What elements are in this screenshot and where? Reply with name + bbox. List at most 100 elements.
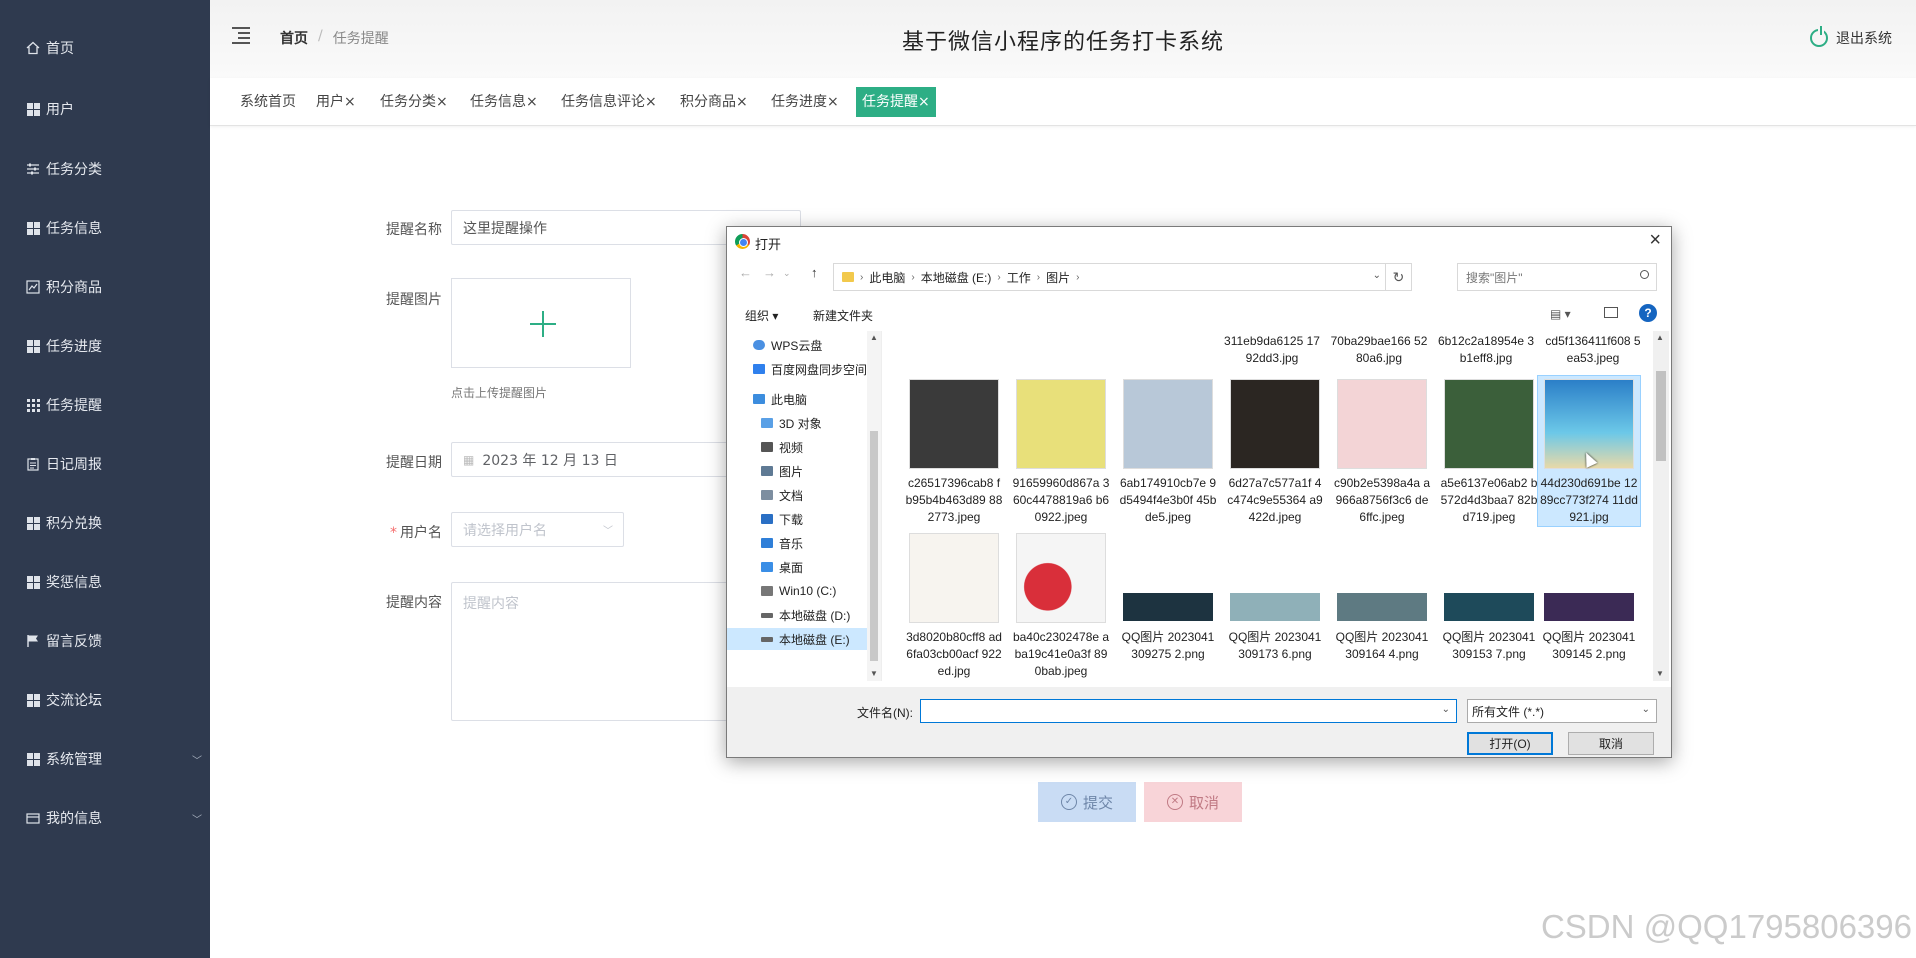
sidebar-item-points-goods[interactable]: 积分商品 (0, 267, 210, 307)
file-item[interactable]: cd5f136411f608 5ea53.jpeg (1544, 333, 1642, 367)
scroll-down-icon[interactable]: ▼ (870, 669, 878, 678)
file-item[interactable]: 44d230d691be 1289cc773f274 11dd921.jpg (1540, 475, 1638, 526)
close-icon[interactable]: × (645, 94, 657, 110)
file-item[interactable]: QQ图片 2023041309173 6.png (1226, 629, 1324, 663)
address-part[interactable]: 图片 (1046, 269, 1070, 286)
tree-item-videos[interactable]: 视频 (727, 436, 867, 458)
image-thumbnail[interactable] (1016, 379, 1106, 469)
tab-points-goods[interactable]: 积分商品× (674, 87, 754, 117)
file-item[interactable]: QQ图片 2023041309164 4.png (1333, 629, 1431, 663)
image-thumbnail[interactable] (1123, 379, 1213, 469)
open-button[interactable]: 打开(O) (1467, 732, 1553, 755)
file-item[interactable]: a5e6137e06ab2 b572d4d3baa7 82bd719.jpeg (1440, 475, 1538, 526)
image-thumbnail[interactable] (1337, 593, 1427, 621)
tab-task-category[interactable]: 任务分类× (374, 87, 454, 117)
address-part[interactable]: 工作 (1007, 269, 1031, 286)
file-item[interactable]: 91659960d867a 360c4478819a6 b60922.jpeg (1012, 475, 1110, 526)
tab-task-info[interactable]: 任务信息× (464, 87, 544, 117)
scroll-thumb[interactable] (870, 431, 878, 661)
refresh-icon[interactable]: ↻ (1385, 264, 1411, 290)
address-part[interactable]: 本地磁盘 (E:) (921, 269, 992, 286)
tree-item-music[interactable]: 音乐 (727, 532, 867, 554)
file-item[interactable]: QQ图片 2023041309145 2.png (1540, 629, 1638, 663)
logout-button[interactable]: 退出系统 (1810, 26, 1892, 48)
sidebar-item-rewards[interactable]: 奖惩信息 (0, 562, 210, 602)
sidebar-item-system[interactable]: 系统管理 ﹀ (0, 739, 210, 779)
file-item[interactable]: c26517396cab8 fb95b4b463d89 882773.jpeg (905, 475, 1003, 526)
recent-dropdown-icon[interactable]: ⌄ (783, 268, 791, 279)
image-thumbnail[interactable] (1230, 379, 1320, 469)
tab-users[interactable]: 用户× (310, 87, 362, 117)
sidebar-item-task-info[interactable]: 任务信息 (0, 208, 210, 248)
new-folder-button[interactable]: 新建文件夹 (813, 307, 873, 324)
back-arrow-icon[interactable]: ← (739, 265, 752, 280)
image-thumbnail[interactable] (1337, 379, 1427, 469)
close-icon[interactable]: × (436, 94, 448, 110)
scroll-thumb[interactable] (1656, 371, 1666, 461)
close-icon[interactable]: × (526, 94, 538, 110)
view-options-icon[interactable]: ▤ ▾ (1550, 307, 1571, 321)
file-list-scrollbar[interactable]: ▲ ▼ (1653, 331, 1669, 681)
tree-item-pictures[interactable]: 图片 (727, 460, 867, 482)
image-thumbnail[interactable] (1444, 379, 1534, 469)
up-arrow-icon[interactable]: ↑ (811, 265, 818, 280)
file-item[interactable]: 6ab174910cb7e 9d5494f4e3b0f 45bde5.jpeg (1119, 475, 1217, 526)
chevron-down-icon[interactable]: ⌄ (1373, 270, 1381, 281)
tab-task-comments[interactable]: 任务信息评论× (555, 87, 663, 117)
tab-task-reminder[interactable]: 任务提醒× (856, 87, 936, 117)
chevron-down-icon[interactable]: ⌄ (1442, 704, 1450, 715)
tab-system-home[interactable]: 系统首页 (234, 87, 302, 117)
username-select[interactable]: 请选择用户名 ﹀ (451, 512, 624, 547)
image-thumbnail[interactable] (1016, 533, 1106, 623)
image-upload[interactable] (451, 278, 631, 368)
image-thumbnail[interactable] (909, 533, 999, 623)
image-thumbnail[interactable] (1123, 593, 1213, 621)
filename-input[interactable]: ⌄ (920, 699, 1457, 723)
sidebar-item-task-reminder[interactable]: 任务提醒 (0, 385, 210, 425)
tab-task-progress[interactable]: 任务进度× (765, 87, 845, 117)
scroll-down-icon[interactable]: ▼ (1656, 669, 1664, 678)
sidebar-item-forum[interactable]: 交流论坛 (0, 680, 210, 720)
file-item[interactable]: QQ图片 2023041309153 7.png (1440, 629, 1538, 663)
tree-item-downloads[interactable]: 下载 (727, 508, 867, 530)
search-input[interactable]: 搜索"图片" (1457, 263, 1657, 291)
image-thumbnail[interactable] (1544, 593, 1634, 621)
close-icon[interactable]: × (827, 94, 839, 110)
image-thumbnail[interactable] (909, 379, 999, 469)
close-icon[interactable]: × (918, 94, 930, 110)
close-icon[interactable]: × (1649, 229, 1661, 252)
sidebar-item-users[interactable]: 用户 (0, 89, 210, 129)
submit-button[interactable]: ✓ 提交 (1038, 782, 1136, 822)
tree-item-drive-d[interactable]: 本地磁盘 (D:) (727, 604, 867, 626)
file-item[interactable]: ba40c2302478e aba19c41e0a3f 890bab.jpeg (1012, 629, 1110, 680)
scroll-up-icon[interactable]: ▲ (870, 333, 878, 342)
help-icon[interactable]: ? (1639, 304, 1657, 322)
file-item[interactable]: 70ba29bae166 5280a6.jpg (1330, 333, 1428, 367)
sidebar-item-task-category[interactable]: 任务分类 (0, 149, 210, 189)
sidebar-item-my-info[interactable]: 我的信息 ﹀ (0, 798, 210, 838)
file-item[interactable]: c90b2e5398a4a a966a8756f3c6 de6ffc.jpeg (1333, 475, 1431, 526)
file-item[interactable]: 6d27a7c577a1f 4c474c9e55364 a9422d.jpeg (1226, 475, 1324, 526)
tree-scrollbar[interactable]: ▲ ▼ (867, 331, 881, 681)
sidebar-item-feedback[interactable]: 留言反馈 (0, 621, 210, 661)
tree-item-3d-objects[interactable]: 3D 对象 (727, 412, 867, 434)
filetype-select[interactable]: 所有文件 (*.*) ⌄ (1467, 699, 1657, 723)
address-part[interactable]: 此电脑 (869, 269, 905, 286)
tree-item-this-pc[interactable]: 此电脑 (727, 388, 867, 410)
tree-item-documents[interactable]: 文档 (727, 484, 867, 506)
cancel-button[interactable]: ✕ 取消 (1144, 782, 1242, 822)
reminder-date-picker[interactable]: ▦ 2023 年 12 月 13 日 (451, 442, 731, 477)
reminder-content-textarea[interactable]: 提醒内容 (451, 582, 741, 721)
sidebar-item-diary[interactable]: 日记周报 (0, 444, 210, 484)
sidebar-item-home[interactable]: 首页 (0, 28, 210, 68)
close-icon[interactable]: × (344, 94, 356, 110)
sidebar-item-points-exchange[interactable]: 积分兑换 (0, 503, 210, 543)
tree-item-desktop[interactable]: 桌面 (727, 556, 867, 578)
tree-item-drive-e[interactable]: 本地磁盘 (E:) (727, 628, 867, 650)
organize-button[interactable]: 组织 ▾ (745, 307, 778, 324)
tree-item-drive-c[interactable]: Win10 (C:) (727, 580, 867, 602)
image-thumbnail[interactable] (1444, 593, 1534, 621)
tree-item-wps[interactable]: WPS云盘 (727, 334, 867, 356)
dialog-cancel-button[interactable]: 取消 (1568, 732, 1654, 755)
close-icon[interactable]: × (736, 94, 748, 110)
